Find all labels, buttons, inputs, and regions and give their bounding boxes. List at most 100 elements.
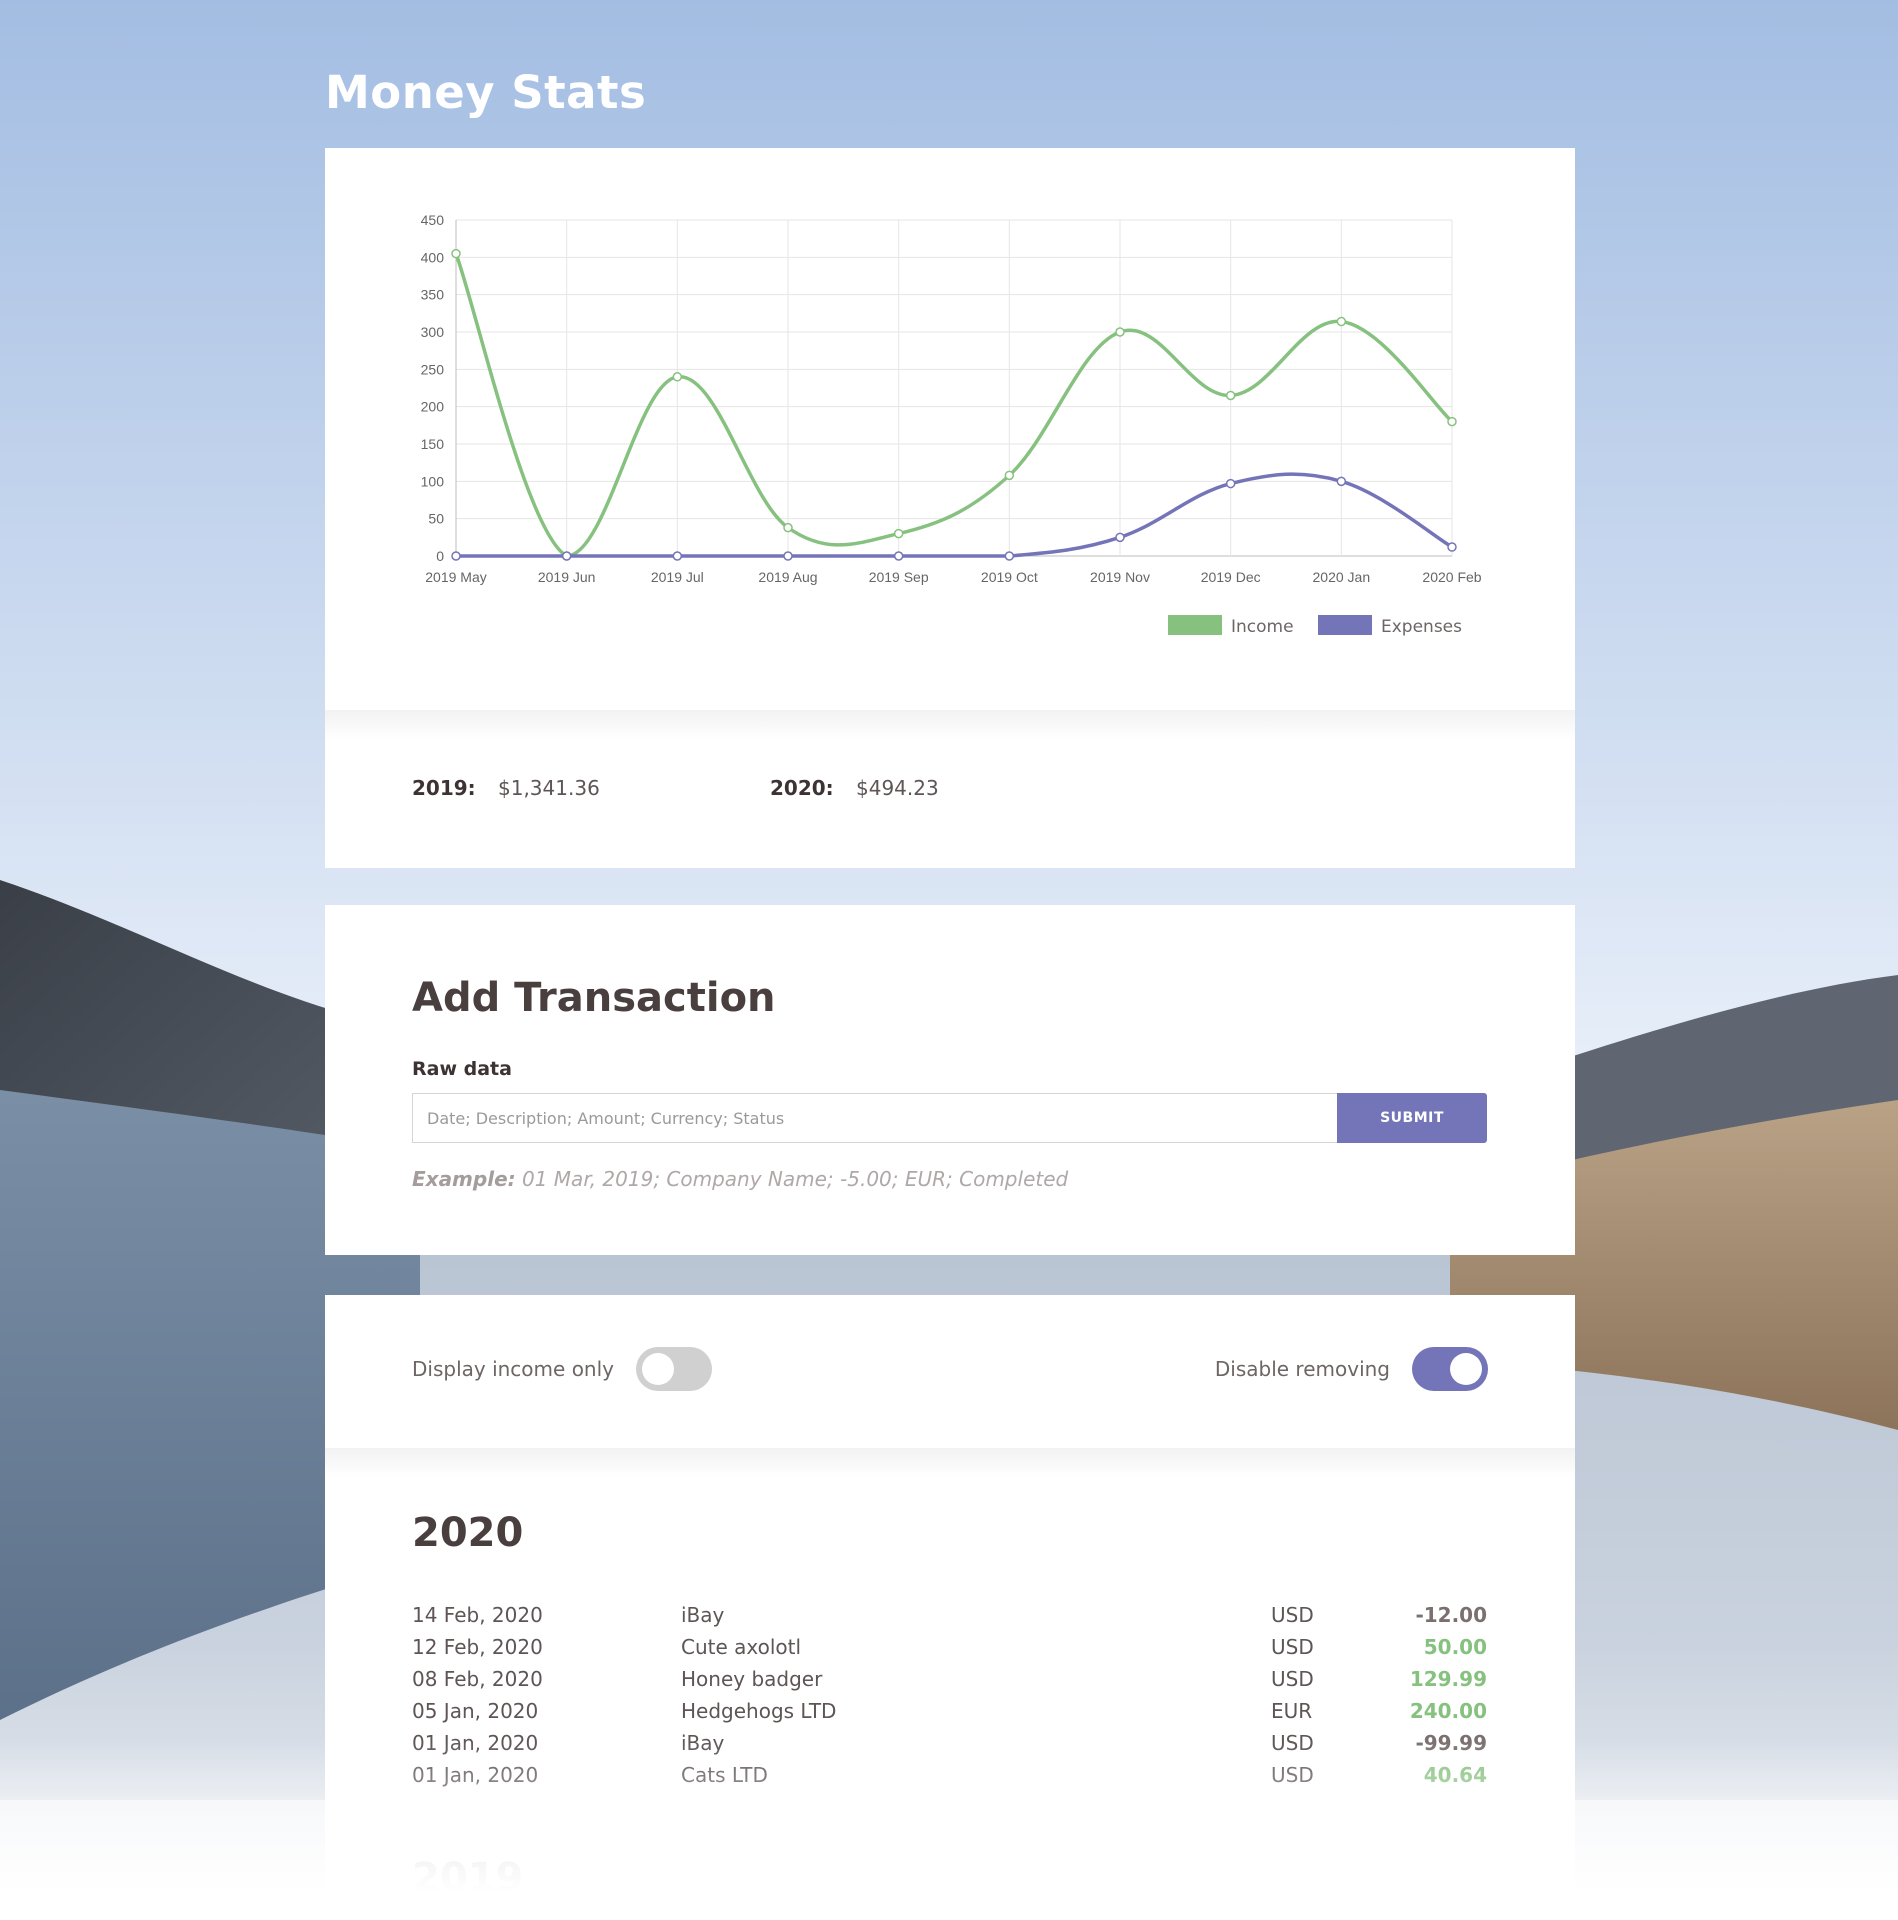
transaction-amount: 40.64	[1423, 1763, 1487, 1787]
legend-swatch-income	[1168, 615, 1222, 635]
divider	[325, 710, 1575, 740]
x-tick-label: 2020 Feb	[1422, 569, 1481, 585]
total-year-value: $494.23	[856, 776, 939, 800]
transaction-row[interactable]: 01 Jan, 2020 iBay USD -99.99	[412, 1731, 1487, 1763]
toggle-knob	[642, 1353, 674, 1385]
data-point-income	[1447, 416, 1457, 427]
y-tick-label: 350	[421, 287, 445, 303]
transactions-card: Display income only Disable removing 202…	[325, 1295, 1575, 1920]
total-2019: 2019: $1,341.36	[412, 776, 770, 800]
series-line-income	[454, 252, 1454, 558]
example-text: 01 Mar, 2019; Company Name; -5.00; EUR; …	[515, 1167, 1069, 1191]
transaction-row[interactable]: 12 Feb, 2020 Cute axolotl USD 50.00	[412, 1635, 1487, 1667]
money-line-chart: 0 50 100 150 200 250 300 350 400 450 2019 May 2019 …	[421, 212, 1482, 637]
transaction-description: Cute axolotl	[681, 1635, 802, 1659]
data-point-income	[1336, 316, 1347, 327]
y-tick-label: 400	[421, 249, 445, 265]
income-only-toggle[interactable]	[636, 1347, 712, 1391]
stats-card: 0 50 100 150 200 250 300 350 400 450 2019 May 2019 …	[325, 148, 1575, 868]
disable-removing-filter: Disable removing	[1215, 1347, 1488, 1391]
year-heading: 2020	[412, 1510, 524, 1556]
submit-button[interactable]: SUBMIT	[1337, 1093, 1487, 1143]
toggle-knob	[1450, 1353, 1482, 1385]
transaction-description: Honey badger	[681, 1667, 823, 1691]
transaction-row[interactable]: 01 Jan, 2020 Cats LTD USD 40.64	[412, 1763, 1487, 1795]
transaction-row[interactable]: 05 Jan, 2020 Hedgehogs LTD EUR 240.00	[412, 1699, 1487, 1731]
data-point-expenses	[783, 551, 793, 561]
y-tick-label: 150	[421, 436, 445, 452]
data-point-income	[1225, 390, 1236, 401]
transaction-description: iBay	[681, 1603, 725, 1627]
income-only-label: Display income only	[412, 1357, 614, 1381]
transaction-currency: USD	[1271, 1603, 1314, 1627]
transaction-row[interactable]: 14 Feb, 2020 iBay USD -12.00	[412, 1603, 1487, 1635]
transactions-list: 14 Feb, 2020 iBay USD -12.00 12 Feb, 2020 Cut…	[412, 1603, 1487, 1795]
x-tick-label: 2019 Sep	[869, 569, 929, 585]
transaction-amount: 240.00	[1409, 1699, 1487, 1723]
transaction-currency: USD	[1271, 1667, 1314, 1691]
income-only-filter: Display income only	[412, 1347, 712, 1391]
y-tick-label: 100	[421, 473, 445, 489]
x-tick-label: 2019 Aug	[758, 569, 817, 585]
data-point-expenses	[893, 551, 904, 561]
legend-swatch-expenses	[1318, 615, 1372, 635]
transaction-date: 01 Jan, 2020	[412, 1763, 539, 1787]
raw-data-label: Raw data	[412, 1058, 512, 1080]
data-point-expenses	[672, 551, 683, 561]
total-year-value: $1,341.36	[498, 776, 600, 800]
transaction-amount: 129.99	[1409, 1667, 1487, 1691]
transaction-amount: -12.00	[1415, 1603, 1487, 1627]
y-tick-label: 300	[421, 324, 445, 340]
data-point-income	[451, 248, 461, 259]
legend-label-income: Income	[1231, 617, 1294, 637]
x-tick-label: 2019 Oct	[981, 569, 1038, 585]
filter-row: Display income only Disable removing	[412, 1347, 1488, 1391]
data-point-income	[783, 522, 793, 533]
transaction-currency: EUR	[1271, 1699, 1313, 1723]
transaction-currency: USD	[1271, 1763, 1314, 1787]
data-point-income	[1004, 470, 1015, 481]
transaction-row[interactable]: 08 Feb, 2020 Honey badger USD 129.99	[412, 1667, 1487, 1699]
example-hint: Example: 01 Mar, 2019; Company Name; -5.…	[412, 1167, 1068, 1191]
data-point-expenses	[1447, 542, 1457, 552]
data-point-expenses	[451, 551, 461, 561]
total-year-label: 2020:	[770, 776, 834, 800]
x-tick-label: 2020 Jan	[1313, 569, 1371, 585]
divider	[325, 1448, 1575, 1478]
data-point-income	[1115, 327, 1125, 337]
raw-data-input[interactable]	[412, 1093, 1337, 1143]
data-point-expenses	[561, 551, 572, 561]
x-tick-label: 2019 Jun	[538, 569, 596, 585]
transaction-description: Cats LTD	[681, 1763, 768, 1787]
example-label: Example:	[412, 1167, 516, 1191]
transaction-date: 14 Feb, 2020	[412, 1603, 543, 1627]
yearly-totals: 2019: $1,341.36 2020: $494.23	[412, 776, 1128, 800]
transaction-description: iBay	[681, 1731, 725, 1755]
y-tick-label: 0	[436, 548, 444, 564]
transaction-date: 01 Jan, 2020	[412, 1731, 539, 1755]
legend-label-expenses: Expenses	[1381, 617, 1462, 637]
transaction-description: Hedgehogs LTD	[681, 1699, 837, 1723]
transaction-amount: 50.00	[1423, 1635, 1487, 1659]
x-tick-label: 2019 Dec	[1201, 569, 1261, 585]
disable-removing-label: Disable removing	[1214, 1357, 1390, 1381]
y-tick-label: 50	[428, 511, 444, 527]
transaction-date: 12 Feb, 2020	[412, 1635, 543, 1659]
add-transaction-title: Add Transaction	[412, 975, 776, 1021]
y-tick-label: 200	[421, 399, 445, 415]
x-tick-label: 2019 Jul	[651, 569, 704, 585]
y-tick-label: 450	[421, 212, 445, 228]
total-year-label: 2019:	[412, 776, 476, 800]
year-heading: 2019	[412, 1855, 524, 1901]
data-point-expenses	[1004, 551, 1015, 561]
transaction-currency: USD	[1271, 1635, 1314, 1659]
data-point-expenses	[1225, 478, 1236, 489]
data-point-income	[893, 528, 904, 539]
y-tick-label: 250	[421, 361, 445, 377]
data-point-income	[672, 372, 683, 382]
x-tick-label: 2019 Nov	[1090, 569, 1150, 585]
transaction-date: 08 Feb, 2020	[412, 1667, 543, 1691]
transaction-date: 05 Jan, 2020	[412, 1699, 539, 1723]
total-2020: 2020: $494.23	[770, 776, 1128, 800]
disable-removing-toggle[interactable]	[1412, 1347, 1488, 1391]
